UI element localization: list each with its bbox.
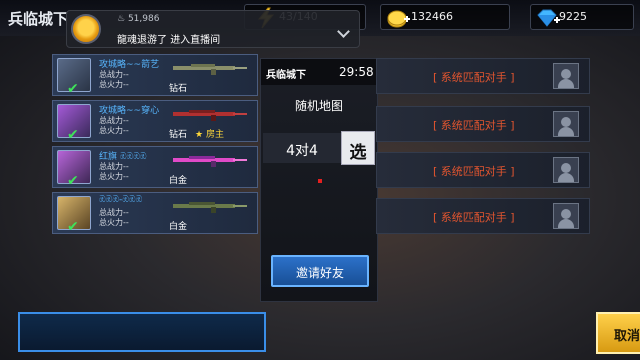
map-type: 随机地图: [294, 99, 343, 113]
diamond-icon: [537, 9, 560, 27]
empty-avatar-icon: [553, 111, 579, 137]
empty-avatar-icon: [553, 63, 579, 89]
ready-check-icon: ✔: [67, 173, 79, 189]
select-label: 选: [349, 143, 367, 163]
map-name: 兵临城下: [266, 70, 306, 81]
ready-check-icon: ✔: [67, 219, 79, 235]
weapon-icon: [173, 156, 247, 167]
empty-avatar-icon: [553, 157, 579, 183]
player-row-3[interactable]: ✔ 红旗 ඹඹඹඹ 总战力-- 总火力-- 白金: [52, 146, 258, 189]
gold-counter[interactable]: 132466: [380, 4, 510, 30]
chevron-down-icon[interactable]: [337, 25, 350, 38]
player-fire: 总火力--: [99, 218, 129, 227]
player-fire: 总火力--: [99, 80, 129, 89]
opponent-slot-1[interactable]: [ 系统匹配对手 ]: [376, 58, 590, 94]
diamond-value: 9225: [559, 10, 587, 23]
slot-label: [ 系统匹配对手 ]: [433, 165, 515, 178]
slot-label: [ 系统匹配对手 ]: [433, 119, 515, 132]
player-rank: 钻石: [169, 130, 188, 140]
map-panel: 兵临城下 29:58 随机地图 4对4 选 邀请好友: [260, 58, 378, 302]
weapon-icon: [173, 202, 247, 213]
opponent-slot-2[interactable]: [ 系统匹配对手 ]: [376, 106, 590, 142]
player-rank: 钻石: [169, 84, 188, 94]
opponent-slot-3[interactable]: [ 系统匹配对手 ]: [376, 152, 590, 188]
notification-message: 龍魂退游了 进入直播间: [117, 31, 220, 46]
avatar: [71, 14, 101, 44]
player-row-2[interactable]: ✔ 攻城略~~穿心 总战力-- 总火力-- 钻石 ★ 房主: [52, 100, 258, 143]
page-title: 兵临城下: [8, 10, 69, 28]
map-marker: [318, 179, 322, 183]
viewer-count: ♨ 51,986: [117, 14, 160, 24]
opponent-slot-4[interactable]: [ 系统匹配对手 ]: [376, 198, 590, 234]
diamond-counter[interactable]: 9225: [530, 4, 634, 30]
player-name: ඹඹඹ-ඹඹඹ: [99, 195, 143, 205]
invite-label: 邀请好友: [295, 266, 344, 280]
ready-check-icon: ✔: [67, 81, 79, 97]
select-mode-button[interactable]: 选: [341, 131, 375, 165]
slot-label: [ 系统匹配对手 ]: [433, 71, 515, 84]
notification-user: 龍魂退游了: [117, 35, 167, 46]
slot-label: [ 系统匹配对手 ]: [433, 211, 515, 224]
empty-avatar-icon: [553, 203, 579, 229]
mode-label: 4对4: [286, 143, 318, 159]
viewer-count-value: 51,986: [127, 14, 160, 24]
player-row-1[interactable]: ✔ 攻城略~~箭艺 总战力-- 总火力-- 钻石: [52, 54, 258, 97]
invite-friends-button[interactable]: 邀请好友: [271, 255, 369, 287]
host-badge: ★ 房主: [195, 130, 224, 140]
gold-coin-icon: [387, 10, 410, 28]
cancel-button[interactable]: 取消: [596, 312, 640, 354]
host-label: 房主: [205, 130, 224, 140]
weapon-icon: [173, 64, 247, 75]
chat-input[interactable]: [18, 312, 266, 352]
ready-check-icon: ✔: [67, 127, 79, 143]
stream-notification[interactable]: ♨ 51,986 龍魂退游了 进入直播间: [66, 10, 360, 48]
cancel-label: 取消: [614, 329, 640, 344]
countdown-timer: 29:58: [339, 65, 374, 79]
player-row-4[interactable]: ✔ ඹඹඹ-ඹඹඹ 总战力-- 总火力-- 白金: [52, 192, 258, 235]
player-fire: 总火力--: [99, 172, 129, 181]
player-fire: 总火力--: [99, 126, 129, 135]
gold-value: 132466: [411, 10, 453, 23]
mode-display: 4对4: [263, 133, 341, 163]
notification-action: 进入直播间: [170, 35, 221, 46]
player-rank: 白金: [169, 176, 188, 186]
weapon-icon: [173, 110, 247, 121]
player-rank: 白金: [169, 222, 188, 232]
